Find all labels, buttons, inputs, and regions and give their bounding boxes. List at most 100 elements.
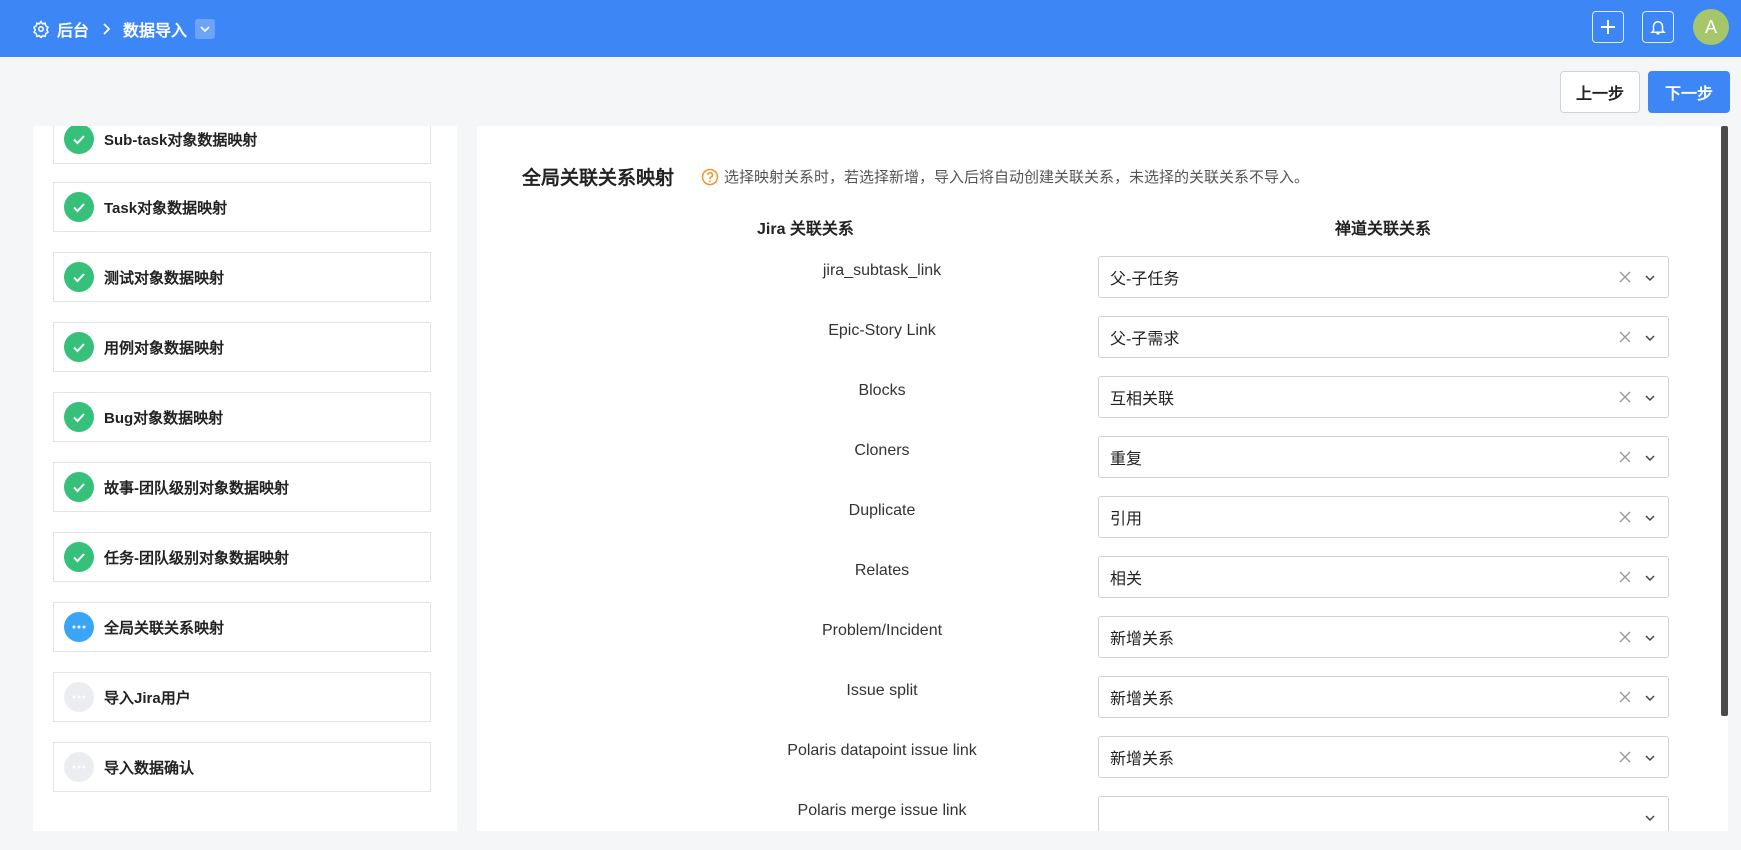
top-bar: 后台 数据导入 A <box>0 0 1741 57</box>
relation-select[interactable]: 新增关系 <box>1098 616 1669 658</box>
chevron-down-icon <box>200 25 210 32</box>
select-value: 父-子任务 <box>1110 271 1180 288</box>
check-icon <box>64 126 94 154</box>
step-item[interactable]: Sub-task对象数据映射 <box>53 126 431 164</box>
relation-select[interactable]: 父-子需求 <box>1098 316 1669 358</box>
select-value: 互相关联 <box>1110 391 1175 408</box>
relation-select[interactable]: 相关 <box>1098 556 1669 598</box>
step-item[interactable]: 故事-团队级别对象数据映射 <box>53 462 431 512</box>
check-icon <box>64 262 94 292</box>
close-icon[interactable] <box>1618 390 1632 404</box>
jira-relation-name: Issue split <box>846 682 918 699</box>
help-icon <box>701 168 719 186</box>
jira-relation-name: Epic-Story Link <box>828 322 936 339</box>
step-item[interactable]: 导入Jira用户 <box>53 672 431 722</box>
chevron-down-icon[interactable] <box>1644 392 1656 404</box>
close-icon[interactable] <box>1618 270 1632 284</box>
close-icon[interactable] <box>1618 690 1632 704</box>
more-dots-icon <box>64 682 94 712</box>
chevron-down-icon[interactable] <box>1644 572 1656 584</box>
jira-relation-name: Problem/Incident <box>821 622 943 639</box>
hint-text: 选择映射关系时，若选择新增，导入后将自动创建关联关系，未选择的关联关系不导入。 <box>701 166 1309 187</box>
close-icon[interactable] <box>1618 630 1632 644</box>
breadcrumb-current: 数据导入 <box>123 22 188 40</box>
chevron-down-icon[interactable] <box>1644 512 1656 524</box>
check-icon <box>64 192 94 222</box>
column-header-zendao: 禅道关联关系 <box>1335 221 1432 238</box>
relation-select[interactable]: 新增关系 <box>1098 676 1669 718</box>
chevron-down-icon[interactable] <box>1644 272 1656 284</box>
step-item[interactable]: Bug对象数据映射 <box>53 392 431 442</box>
chevron-down-icon[interactable] <box>1644 452 1656 464</box>
bell-icon <box>1650 21 1666 35</box>
gear-icon[interactable] <box>32 19 50 38</box>
jira-relation-name: Duplicate <box>848 502 916 519</box>
select-value: 相关 <box>1110 571 1143 588</box>
step-item-active[interactable]: 全局关联关系映射 <box>53 602 431 652</box>
step-item[interactable]: 任务-团队级别对象数据映射 <box>53 532 431 582</box>
step-label: 故事-团队级别对象数据映射 <box>104 479 289 497</box>
avatar[interactable]: A <box>1693 9 1729 45</box>
step-label: 任务-团队级别对象数据映射 <box>104 549 289 567</box>
hint-label: 选择映射关系时，若选择新增，导入后将自动创建关联关系，未选择的关联关系不导入。 <box>724 169 1310 186</box>
chevron-down-icon[interactable] <box>1644 752 1656 764</box>
breadcrumb-root[interactable]: 后台 <box>57 17 89 41</box>
relation-select[interactable]: 新增关系 <box>1098 736 1669 778</box>
chevron-right-icon <box>101 22 111 36</box>
next-step-button[interactable]: 下一步 <box>1648 71 1730 113</box>
select-value: 父-子需求 <box>1110 331 1180 348</box>
select-value: 新增关系 <box>1110 691 1175 708</box>
chevron-down-icon[interactable] <box>1644 812 1656 824</box>
close-icon[interactable] <box>1618 570 1632 584</box>
relation-select[interactable]: 互相关联 <box>1098 376 1669 418</box>
select-value: 新增关系 <box>1110 751 1175 768</box>
jira-relation-name: Relates <box>854 562 910 579</box>
mapping-panel: 全局关联关系映射 选择映射关系时，若选择新增，导入后将自动创建关联关系，未选择的… <box>477 126 1728 831</box>
step-label: Bug对象数据映射 <box>104 409 224 427</box>
relation-select[interactable]: 父-子任务 <box>1098 256 1669 298</box>
relation-select[interactable] <box>1098 796 1669 831</box>
step-label: 全局关联关系映射 <box>104 619 225 637</box>
relation-select[interactable]: 重复 <box>1098 436 1669 478</box>
chevron-down-icon[interactable] <box>1644 632 1656 644</box>
close-icon[interactable] <box>1618 450 1632 464</box>
step-label: 测试对象数据映射 <box>104 269 225 287</box>
jira-relation-name: Polaris datapoint issue link <box>787 742 977 759</box>
select-value: 引用 <box>1110 511 1143 528</box>
step-label: 用例对象数据映射 <box>104 339 225 357</box>
step-item[interactable]: 测试对象数据映射 <box>53 252 431 302</box>
close-icon[interactable] <box>1618 330 1632 344</box>
more-dots-icon <box>64 752 94 782</box>
chevron-down-icon[interactable] <box>1644 332 1656 344</box>
more-dots-icon <box>64 612 94 642</box>
jira-relation-name: jira_subtask_link <box>822 262 942 279</box>
page-title: 全局关联关系映射 <box>522 168 675 189</box>
close-icon[interactable] <box>1618 750 1632 764</box>
jira-relation-name: Cloners <box>854 442 910 459</box>
relation-select[interactable]: 引用 <box>1098 496 1669 538</box>
breadcrumb-dropdown[interactable] <box>195 18 216 39</box>
step-list: Sub-task对象数据映射 Task对象数据映射 测试对象数据映射 用例对象数… <box>33 126 457 831</box>
check-icon <box>64 542 94 572</box>
step-label: Task对象数据映射 <box>104 199 228 217</box>
step-label: 导入Jira用户 <box>104 689 191 707</box>
chevron-down-icon[interactable] <box>1644 692 1656 704</box>
close-icon[interactable] <box>1618 510 1632 524</box>
plus-icon <box>1601 20 1615 34</box>
check-icon <box>64 472 94 502</box>
step-label: Sub-task对象数据映射 <box>104 131 258 149</box>
step-label: 导入数据确认 <box>104 759 195 777</box>
step-item[interactable]: 用例对象数据映射 <box>53 322 431 372</box>
select-value: 新增关系 <box>1110 631 1175 648</box>
notification-button[interactable] <box>1642 11 1674 43</box>
step-item[interactable]: 导入数据确认 <box>53 742 431 792</box>
prev-step-button[interactable]: 上一步 <box>1560 71 1640 113</box>
column-header-jira: Jira 关联关系 <box>757 221 854 238</box>
add-button[interactable] <box>1592 11 1624 43</box>
check-icon <box>64 332 94 362</box>
jira-relation-name: Blocks <box>858 382 906 399</box>
select-value: 重复 <box>1110 451 1143 468</box>
scrollbar[interactable] <box>1721 126 1728 716</box>
step-item[interactable]: Task对象数据映射 <box>53 182 431 232</box>
breadcrumb: 后台 数据导入 <box>32 17 216 41</box>
